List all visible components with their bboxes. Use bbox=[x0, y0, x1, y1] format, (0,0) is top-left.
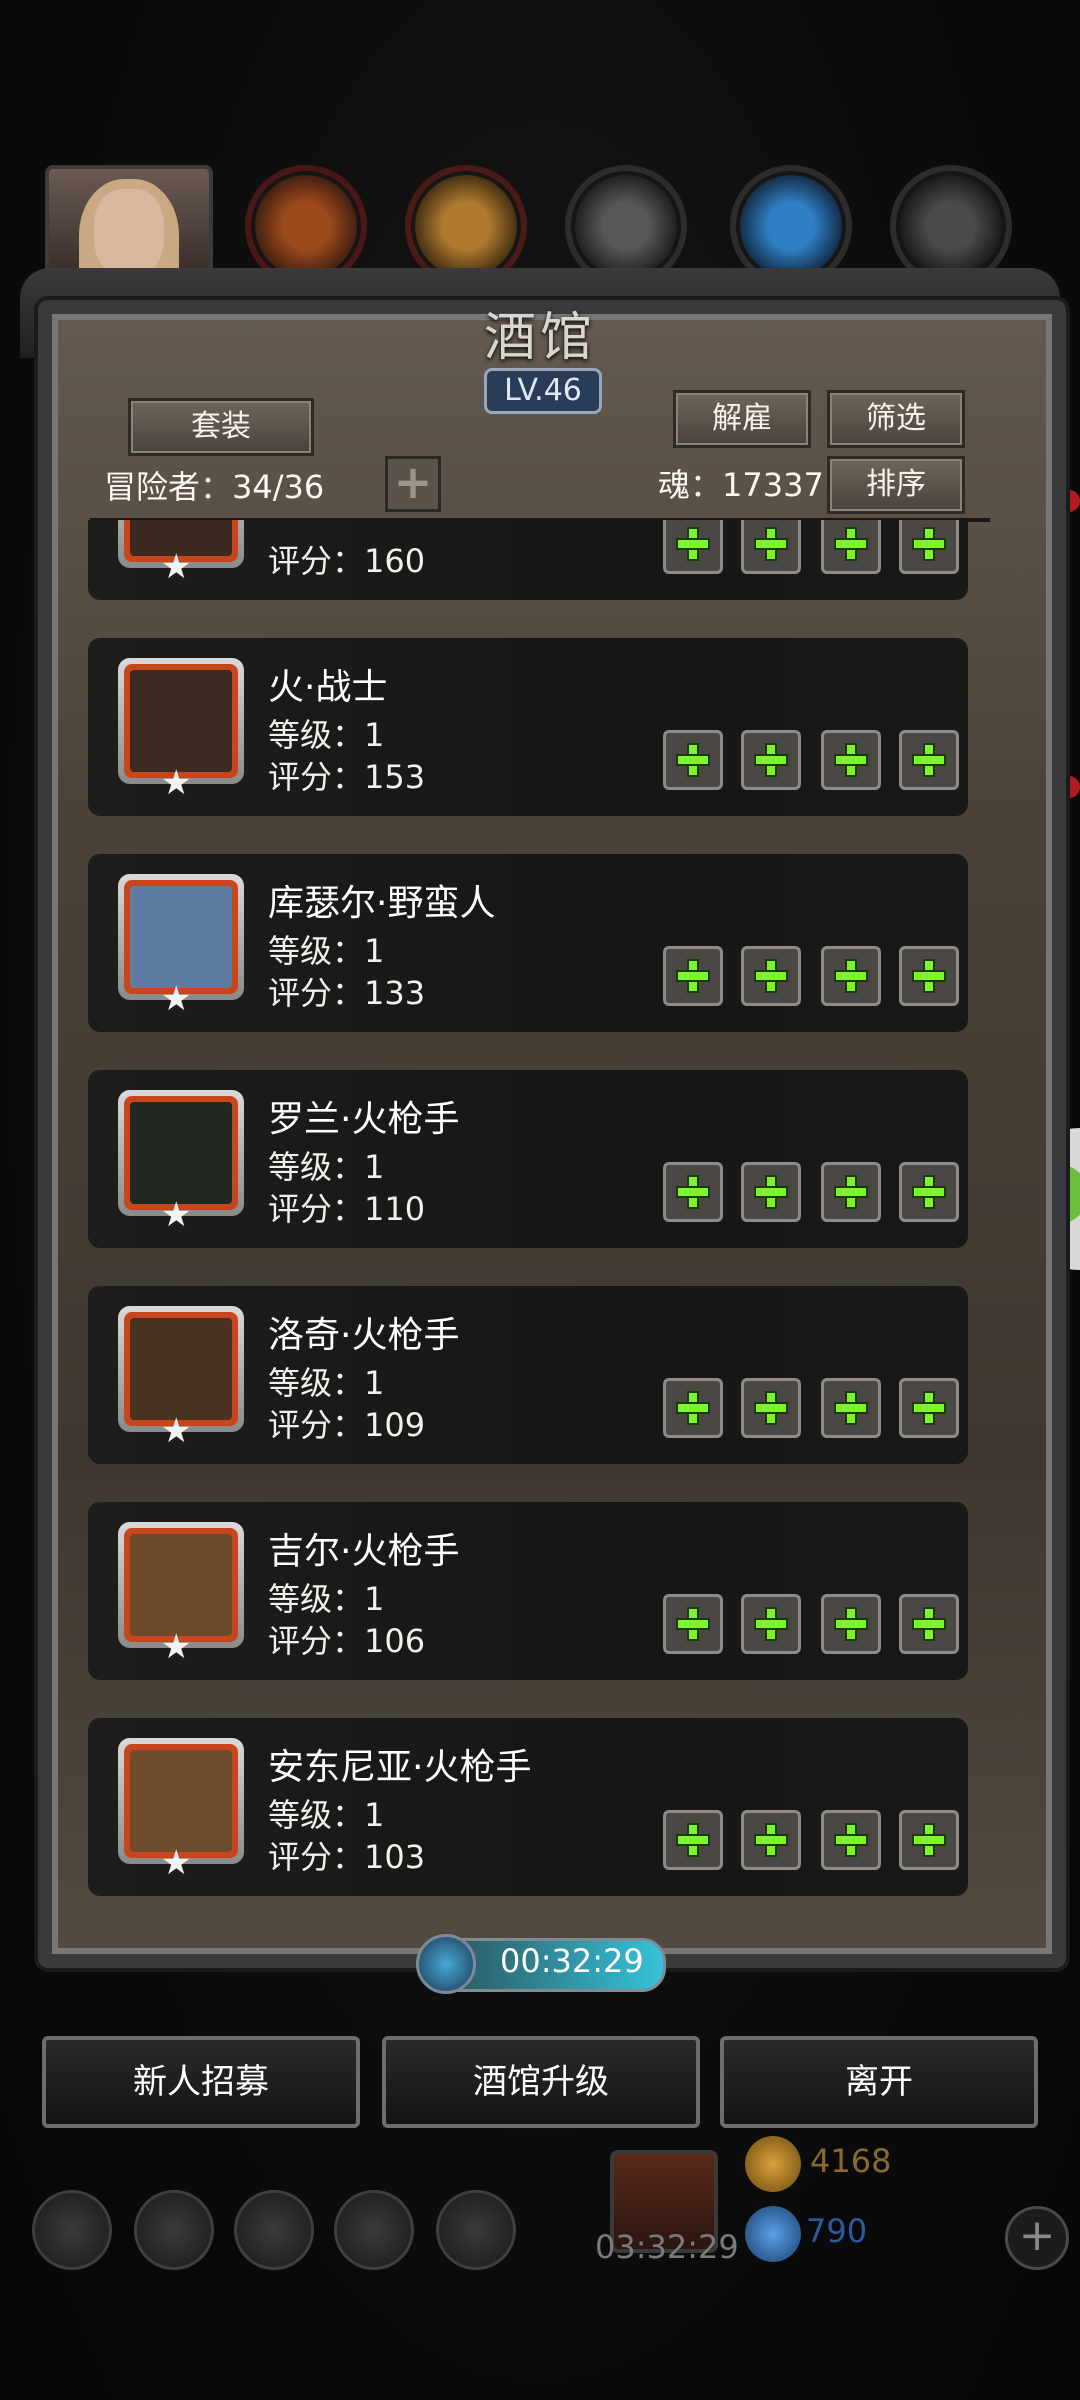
recruit-button[interactable]: 新人招募 bbox=[42, 2036, 360, 2128]
filter-button[interactable]: 筛选 bbox=[827, 390, 965, 448]
gem-amount: 790 bbox=[806, 2212, 868, 2250]
hero-list[interactable]: ★ 评分：160 ★ 火·战士 等级：1 评分：153 ★ 库瑟尔·野蛮人 等级… bbox=[88, 520, 988, 1900]
add-currency-button[interactable]: + bbox=[1005, 2206, 1069, 2270]
amulet-plus-icon[interactable] bbox=[899, 1378, 959, 1438]
ring-plus-icon[interactable] bbox=[821, 1378, 881, 1438]
sword-plus-icon[interactable] bbox=[663, 1810, 723, 1870]
hero-level: 等级：1 bbox=[268, 932, 385, 970]
armor-plus-icon[interactable] bbox=[741, 520, 801, 574]
amulet-plus-icon[interactable] bbox=[899, 1810, 959, 1870]
sword-plus-icon[interactable] bbox=[663, 520, 723, 574]
hero-score: 评分：109 bbox=[268, 1406, 426, 1444]
gift-timer: 03:32:29 bbox=[595, 2228, 739, 2266]
equip-slots bbox=[663, 520, 963, 576]
settings-icon[interactable] bbox=[32, 2190, 112, 2270]
mail-icon[interactable] bbox=[334, 2190, 414, 2270]
refresh-timer-text: 00:32:29 bbox=[500, 1942, 644, 1980]
equipment-set-button[interactable]: 套装 bbox=[128, 398, 314, 456]
armor-plus-icon[interactable] bbox=[741, 946, 801, 1006]
hero-row[interactable]: ★ 库瑟尔·野蛮人 等级：1 评分：133 bbox=[88, 854, 968, 1032]
hero-score: 评分：106 bbox=[268, 1622, 426, 1660]
hero-score: 评分：153 bbox=[268, 758, 426, 796]
hero-name: 罗兰·火枪手 bbox=[268, 1099, 460, 1140]
amulet-plus-icon[interactable] bbox=[899, 1162, 959, 1222]
star-icon: ★ bbox=[161, 763, 192, 803]
hero-name: 洛奇·火枪手 bbox=[268, 1315, 460, 1356]
amulet-plus-icon[interactable] bbox=[899, 946, 959, 1006]
hero-level: 等级：1 bbox=[268, 1580, 385, 1618]
hero-name: 火·战士 bbox=[268, 667, 388, 708]
leave-button[interactable]: 离开 bbox=[720, 2036, 1038, 2128]
panel-title: 酒馆 bbox=[483, 308, 596, 368]
armor-plus-icon[interactable] bbox=[741, 1594, 801, 1654]
upgrade-tavern-button[interactable]: 酒馆升级 bbox=[382, 2036, 700, 2128]
sword-plus-icon[interactable] bbox=[663, 730, 723, 790]
fire-button[interactable]: 解雇 bbox=[673, 390, 811, 448]
expand-capacity-button[interactable]: + bbox=[385, 456, 441, 512]
hero-level: 等级：1 bbox=[268, 716, 385, 754]
ring-plus-icon[interactable] bbox=[821, 946, 881, 1006]
armor-plus-icon[interactable] bbox=[741, 1162, 801, 1222]
equip-slots bbox=[663, 730, 963, 792]
hero-name: 安东尼亚·火枪手 bbox=[268, 1747, 532, 1788]
hero-score: 评分：133 bbox=[268, 974, 426, 1012]
amulet-plus-icon[interactable] bbox=[899, 1594, 959, 1654]
codex-icon[interactable] bbox=[234, 2190, 314, 2270]
armor-plus-icon[interactable] bbox=[741, 1810, 801, 1870]
ring-plus-icon[interactable] bbox=[821, 520, 881, 574]
hero-row[interactable]: ★ 火·战士 等级：1 评分：153 bbox=[88, 638, 968, 816]
amulet-plus-icon[interactable] bbox=[899, 520, 959, 574]
hero-score: 评分：103 bbox=[268, 1838, 426, 1876]
equip-slots bbox=[663, 1810, 963, 1872]
ring-plus-icon[interactable] bbox=[821, 1594, 881, 1654]
hero-row[interactable]: ★ 评分：160 bbox=[88, 520, 968, 600]
hero-score: 评分：160 bbox=[268, 542, 426, 580]
star-icon: ★ bbox=[161, 979, 192, 1019]
hero-level: 等级：1 bbox=[268, 1364, 385, 1402]
hero-row[interactable]: ★ 吉尔·火枪手 等级：1 评分：106 bbox=[88, 1502, 968, 1680]
portrait-face bbox=[94, 189, 164, 279]
equip-slots bbox=[663, 1378, 963, 1440]
sword-plus-icon[interactable] bbox=[663, 1162, 723, 1222]
star-icon: ★ bbox=[161, 1627, 192, 1667]
armor-plus-icon[interactable] bbox=[741, 730, 801, 790]
hero-row[interactable]: ★ 罗兰·火枪手 等级：1 评分：110 bbox=[88, 1070, 968, 1248]
sword-plus-icon[interactable] bbox=[663, 946, 723, 1006]
clock-icon bbox=[416, 1934, 476, 1994]
star-icon: ★ bbox=[161, 1411, 192, 1451]
ring-plus-icon[interactable] bbox=[821, 1162, 881, 1222]
tavern-level-badge: LV.46 bbox=[484, 368, 602, 414]
sort-button[interactable]: 排序 bbox=[827, 456, 965, 514]
armor-plus-icon[interactable] bbox=[741, 1378, 801, 1438]
quest-icon[interactable] bbox=[134, 2190, 214, 2270]
gem-icon bbox=[745, 2206, 801, 2262]
star-icon: ★ bbox=[161, 1843, 192, 1883]
adventurer-count: 冒险者：34/36 bbox=[104, 468, 325, 506]
shop-icon[interactable] bbox=[436, 2190, 516, 2270]
hero-name: 库瑟尔·野蛮人 bbox=[268, 883, 496, 924]
sword-plus-icon[interactable] bbox=[663, 1378, 723, 1438]
amulet-plus-icon[interactable] bbox=[899, 730, 959, 790]
star-icon: ★ bbox=[161, 1195, 192, 1235]
gold-icon bbox=[745, 2136, 801, 2192]
hero-row[interactable]: ★ 安东尼亚·火枪手 等级：1 评分：103 bbox=[88, 1718, 968, 1896]
ring-plus-icon[interactable] bbox=[821, 1810, 881, 1870]
star-icon: ★ bbox=[161, 547, 192, 587]
hero-level: 等级：1 bbox=[268, 1148, 385, 1186]
hero-row[interactable]: ★ 洛奇·火枪手 等级：1 评分：109 bbox=[88, 1286, 968, 1464]
hero-level: 等级：1 bbox=[268, 1796, 385, 1834]
hero-score: 评分：110 bbox=[268, 1190, 426, 1228]
hero-name: 吉尔·火枪手 bbox=[268, 1531, 460, 1572]
equip-slots bbox=[663, 1162, 963, 1224]
sword-plus-icon[interactable] bbox=[663, 1594, 723, 1654]
equip-slots bbox=[663, 1594, 963, 1656]
equip-slots bbox=[663, 946, 963, 1008]
ring-plus-icon[interactable] bbox=[821, 730, 881, 790]
soul-count: 魂：17337 bbox=[658, 466, 824, 504]
gold-amount: 4168 bbox=[810, 2142, 892, 2180]
